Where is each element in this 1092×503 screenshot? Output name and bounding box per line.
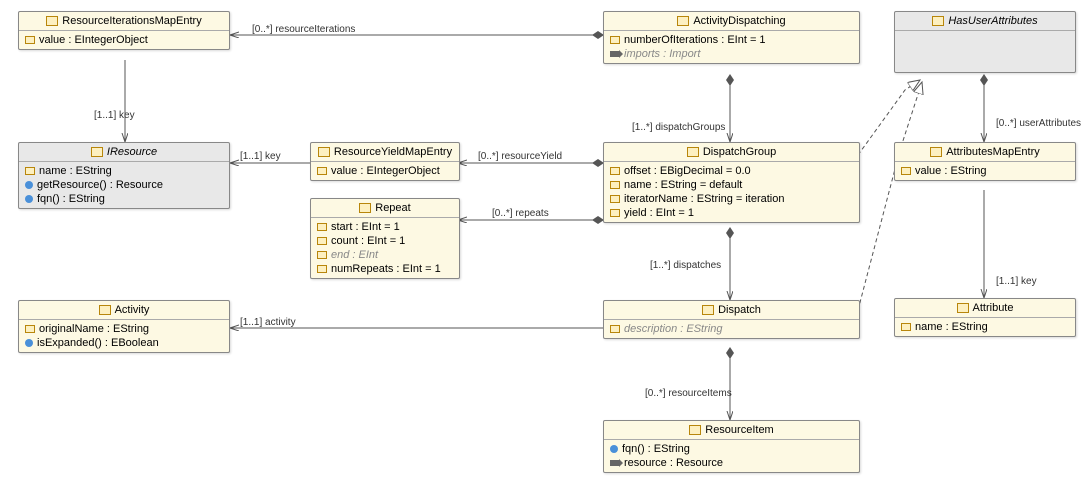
attr-icon (610, 209, 620, 217)
label-resourceYield: [0..*] resourceYield (478, 151, 562, 162)
operation-icon (25, 339, 33, 347)
class-title: ActivityDispatching (693, 15, 785, 27)
class-title: Dispatch (718, 304, 761, 316)
attr-label: name : EString = default (624, 179, 742, 191)
class-icon (99, 305, 111, 315)
class-icon (91, 147, 103, 157)
class-title: Repeat (375, 202, 410, 214)
label-key-2: [1..1] key (240, 151, 281, 162)
class-Dispatch[interactable]: Dispatch description : EString (603, 300, 860, 339)
attr-label: numRepeats : EInt = 1 (331, 263, 441, 275)
class-HasUserAttributes[interactable]: HasUserAttributes (894, 11, 1076, 73)
attr-icon (901, 323, 911, 331)
class-ResourceItem[interactable]: ResourceItem fqn() : EString resource : … (603, 420, 860, 473)
attr-icon (610, 325, 620, 333)
attr-label: value : EIntegerObject (39, 34, 148, 46)
attr-icon (901, 167, 911, 175)
class-title: HasUserAttributes (948, 15, 1037, 27)
class-icon (46, 16, 58, 26)
attr-icon (317, 251, 327, 259)
class-Activity[interactable]: Activity originalName : EString isExpand… (18, 300, 230, 353)
attr-label: resource : Resource (624, 457, 723, 469)
attr-label: getResource() : Resource (37, 179, 163, 191)
attr-label: end : EInt (331, 249, 378, 261)
attr-label: value : EIntegerObject (331, 165, 440, 177)
label-dispatchGroups: [1..*] dispatchGroups (632, 122, 725, 133)
class-icon (689, 425, 701, 435)
attr-label: description : EString (624, 323, 722, 335)
class-title: IResource (107, 146, 157, 158)
class-DispatchGroup[interactable]: DispatchGroup offset : EBigDecimal = 0.0… (603, 142, 860, 223)
attr-icon (25, 36, 35, 44)
class-ResourceIterationsMapEntry[interactable]: ResourceIterationsMapEntry value : EInte… (18, 11, 230, 50)
class-icon (359, 203, 371, 213)
attr-label: originalName : EString (39, 323, 149, 335)
class-icon (318, 147, 330, 157)
attr-label: numberOfIterations : EInt = 1 (624, 34, 766, 46)
attr-label: name : EString (915, 321, 988, 333)
attr-label: name : EString (39, 165, 112, 177)
attr-label: imports : Import (624, 48, 700, 60)
connector-layer: HasUserAttributes (dashed) --> HasUserAt… (0, 0, 1092, 503)
attr-icon (317, 167, 327, 175)
class-title: ResourceIterationsMapEntry (62, 15, 201, 27)
class-icon (702, 305, 714, 315)
operation-icon (610, 445, 618, 453)
attr-label: count : EInt = 1 (331, 235, 405, 247)
class-icon (687, 147, 699, 157)
attr-icon (610, 181, 620, 189)
label-activity: [1..1] activity (240, 317, 296, 328)
attr-label: isExpanded() : EBoolean (37, 337, 159, 349)
attr-icon (610, 167, 620, 175)
attr-icon (25, 325, 35, 333)
reference-icon (610, 51, 620, 57)
attr-icon (610, 195, 620, 203)
class-AttributesMapEntry[interactable]: AttributesMapEntry value : EString (894, 142, 1076, 181)
class-Attribute[interactable]: Attribute name : EString (894, 298, 1076, 337)
operation-icon (25, 195, 33, 203)
attr-label: fqn() : EString (622, 443, 690, 455)
attr-label: iteratorName : EString = iteration (624, 193, 785, 205)
class-Repeat[interactable]: Repeat start : EInt = 1 count : EInt = 1… (310, 198, 460, 279)
class-title: Activity (115, 304, 150, 316)
attr-label: start : EInt = 1 (331, 221, 400, 233)
class-icon (957, 303, 969, 313)
attr-icon (25, 167, 35, 175)
label-key-1: [1..1] key (94, 110, 135, 121)
attr-icon (610, 36, 620, 44)
label-repeats: [0..*] repeats (492, 208, 549, 219)
attr-icon (317, 265, 327, 273)
class-icon (677, 16, 689, 26)
attr-icon (317, 223, 327, 231)
class-IResource[interactable]: IResource name : EString getResource() :… (18, 142, 230, 209)
class-ResourceYieldMapEntry[interactable]: ResourceYieldMapEntry value : EIntegerOb… (310, 142, 460, 181)
label-userAttributes: [0..*] userAttributes (996, 118, 1081, 129)
label-dispatches: [1..*] dispatches (650, 260, 721, 271)
class-title: DispatchGroup (703, 146, 776, 158)
class-title: Attribute (973, 302, 1014, 314)
operation-icon (25, 181, 33, 189)
attr-label: value : EString (915, 165, 987, 177)
class-ActivityDispatching[interactable]: ActivityDispatching numberOfIterations :… (603, 11, 860, 64)
attr-label: yield : EInt = 1 (624, 207, 694, 219)
attr-label: fqn() : EString (37, 193, 105, 205)
class-icon (932, 16, 944, 26)
label-resourceIterations: [0..*] resourceIterations (252, 24, 355, 35)
class-title: ResourceItem (705, 424, 773, 436)
class-icon (930, 147, 942, 157)
class-title: ResourceYieldMapEntry (334, 146, 452, 158)
attr-label: offset : EBigDecimal = 0.0 (624, 165, 751, 177)
label-key-3: [1..1] key (996, 276, 1037, 287)
reference-icon (610, 460, 620, 466)
attr-icon (317, 237, 327, 245)
class-title: AttributesMapEntry (946, 146, 1040, 158)
label-resourceItems: [0..*] resourceItems (645, 388, 732, 399)
